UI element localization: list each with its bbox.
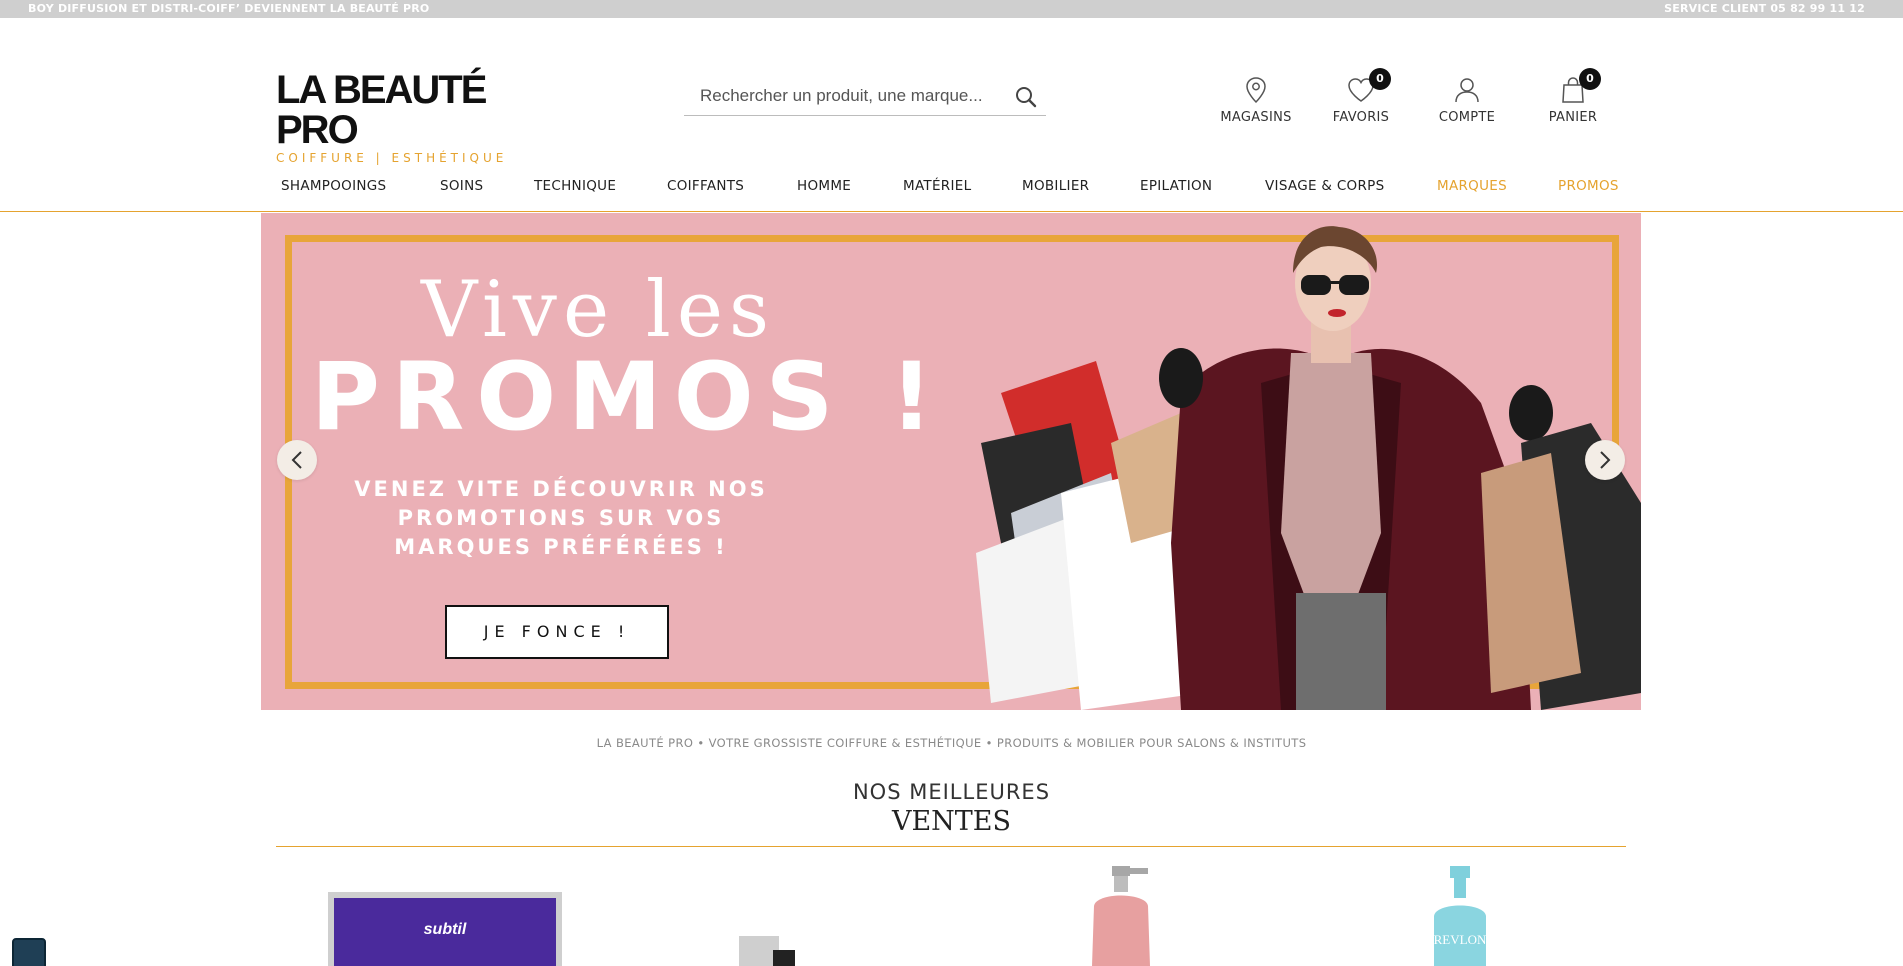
search-bar	[684, 78, 1046, 116]
product-brand-text: REVLON	[1434, 932, 1487, 947]
product-card[interactable]	[1076, 866, 1166, 966]
product-card[interactable]: subtil	[326, 866, 564, 966]
favorites-count-badge: 0	[1369, 68, 1391, 90]
nav-item-coiffants[interactable]: COIFFANTS	[667, 178, 744, 194]
chat-widget-button[interactable]	[12, 938, 46, 966]
bestsellers-title-bottom: VENTES	[891, 806, 1012, 837]
site-strapline: LA BEAUTÉ PRO • VOTRE GROSSISTE COIFFURE…	[596, 736, 1307, 750]
favorites-link[interactable]: FAVORIS 0	[1311, 68, 1411, 125]
nav-item-homme[interactable]: HOMME	[797, 178, 851, 194]
account-link[interactable]: COMPTE	[1417, 76, 1517, 125]
product-card[interactable]	[735, 866, 805, 966]
customer-service-phone[interactable]: SERVICE CLIENT 05 82 99 11 12	[1664, 2, 1865, 15]
hero-heading-line2: PROMOS !	[311, 343, 945, 452]
chevron-left-icon	[291, 451, 302, 469]
cart-link[interactable]: PANIER 0	[1523, 68, 1623, 125]
site-logo[interactable]: LA BEAUTÉ PRO COIFFURE | ESTHÉTIQUE	[276, 70, 536, 165]
nav-item-technique[interactable]: TECHNIQUE	[534, 178, 616, 194]
announcement-text: BOY DIFFUSION ET DISTRI-COIFF’ DEVIENNEN…	[28, 2, 430, 15]
user-icon	[1455, 78, 1479, 103]
map-pin-icon	[1246, 77, 1266, 104]
cart-label: PANIER	[1548, 110, 1598, 125]
hero-photo-woman-shopping	[976, 226, 1641, 710]
nav-item-soins[interactable]: SOINS	[440, 178, 483, 194]
product-brand-text: subtil	[424, 921, 467, 938]
product-image-revlon-spray: REVLON	[1434, 866, 1487, 966]
carousel-prev-button[interactable]	[277, 440, 317, 480]
product-image-subtil: subtil	[328, 892, 562, 966]
search-input[interactable]	[684, 78, 1004, 114]
carousel-next-button[interactable]	[1585, 440, 1625, 480]
hero-subtitle: VENEZ VITE DÉCOUVRIR NOS PROMOTIONS SUR …	[354, 477, 768, 559]
logo-wordmark: LA BEAUTÉ PRO	[276, 68, 487, 152]
hero-carousel[interactable]: Vive les PROMOS ! VENEZ VITE DÉCOUVRIR N…	[261, 213, 1641, 710]
favorites-label: FAVORIS	[1332, 110, 1390, 125]
search-icon	[1016, 87, 1037, 108]
product-card[interactable]: REVLON	[1420, 866, 1500, 966]
hero-cta-button[interactable]: JE FONCE !	[445, 605, 669, 659]
announcement-bar: BOY DIFFUSION ET DISTRI-COIFF’ DEVIENNEN…	[0, 0, 1903, 18]
nav-item-shampooings[interactable]: SHAMPOOINGS	[281, 178, 386, 194]
stores-link[interactable]: MAGASINS	[1206, 76, 1306, 125]
cart-count-badge: 0	[1579, 68, 1601, 90]
nav-item-materiel[interactable]: MATÉRIEL	[903, 178, 971, 194]
product-image-bottle	[739, 936, 795, 966]
nav-item-visage-corps[interactable]: VISAGE & CORPS	[1265, 178, 1384, 194]
main-navigation: SHAMPOOINGS SOINS TECHNIQUE COIFFANTS HO…	[0, 172, 1903, 212]
section-divider	[276, 846, 1626, 847]
account-label: COMPTE	[1438, 110, 1496, 125]
search-button[interactable]	[1014, 85, 1040, 111]
nav-item-epilation[interactable]: EPILATION	[1140, 178, 1212, 194]
logo-tagline: COIFFURE | ESTHÉTIQUE	[276, 151, 508, 165]
nav-item-promos[interactable]: PROMOS	[1558, 178, 1619, 194]
nav-item-marques[interactable]: MARQUES	[1437, 178, 1507, 194]
chevron-right-icon	[1600, 451, 1611, 469]
nav-item-mobilier[interactable]: MOBILIER	[1022, 178, 1089, 194]
product-image-pink-bottle	[1092, 866, 1150, 966]
hero-heading-line1: Vive les	[421, 265, 776, 355]
stores-label: MAGASINS	[1220, 110, 1292, 125]
bestsellers-title-top: NOS MEILLEURES	[852, 780, 1051, 804]
